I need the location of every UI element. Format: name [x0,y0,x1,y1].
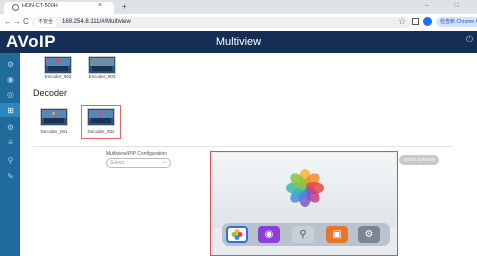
encoder-label: Encoder_002 [44,74,72,79]
back-button[interactable]: ← [4,17,12,26]
tools-icon[interactable]: ⚲ [6,156,15,165]
decoder-thumbnail[interactable] [87,108,115,126]
photos-app-icon[interactable] [226,226,248,243]
screen-icon[interactable]: ▣ [326,226,348,243]
gear-icon[interactable]: ⚙ [6,60,15,69]
bookmark-star-icon[interactable]: ☆ [398,16,406,27]
select-placeholder: Select [110,160,124,166]
search-icon[interactable]: ⚲ [292,226,314,243]
switch-to-matrix-button[interactable]: Switch to Matrix [399,155,439,165]
chrome-update-button[interactable]: 检查新 Chrome 版本 [436,17,477,27]
encoder-thumbnail[interactable] [88,56,116,74]
decoder-section-title: Decoder [33,88,68,98]
list-icon[interactable]: ≡ [6,138,15,147]
section-divider [33,146,453,147]
photos-icon [286,169,324,207]
page-title: Multiview [215,36,262,48]
eye-icon[interactable]: ◎ [6,90,15,99]
encoder-thumbnail[interactable] [44,56,72,74]
reload-button[interactable]: C [23,17,29,26]
chevron-down-icon: ⌄ [162,159,168,165]
logout-icon[interactable]: ⏻ [466,34,473,45]
multiview-config-label: Multiview/PIP Configuration [106,151,168,157]
new-tab-button[interactable]: + [122,2,127,11]
tab-title: HDN-CT-500H [22,3,58,9]
decoder-label: Decoder_001 [40,129,68,134]
url-text[interactable]: 169.254.8.111/#/Multiview [62,18,131,27]
wrench-icon[interactable]: ✎ [6,172,15,181]
podcasts-icon[interactable]: ◉ [258,226,280,243]
insecure-badge[interactable]: 不安全 [34,18,58,27]
encoder-label: Encoder_003 [88,74,116,79]
grid-icon[interactable]: ⊞ [6,106,15,115]
extension-icon[interactable] [412,18,419,25]
settings-app-icon[interactable]: ⚙ [358,226,380,243]
favicon-icon [12,4,19,11]
sliders-icon[interactable]: ⚙ [6,123,15,132]
settings-icon[interactable]: ◉ [6,75,15,84]
profile-avatar[interactable] [423,17,432,26]
window-controls[interactable]: – □ [425,2,471,9]
tab-close-button[interactable]: × [98,2,102,9]
decoder-label: Decoder_002 [87,129,115,134]
decoder-thumbnail[interactable] [40,108,68,126]
forward-button[interactable]: → [13,17,21,26]
